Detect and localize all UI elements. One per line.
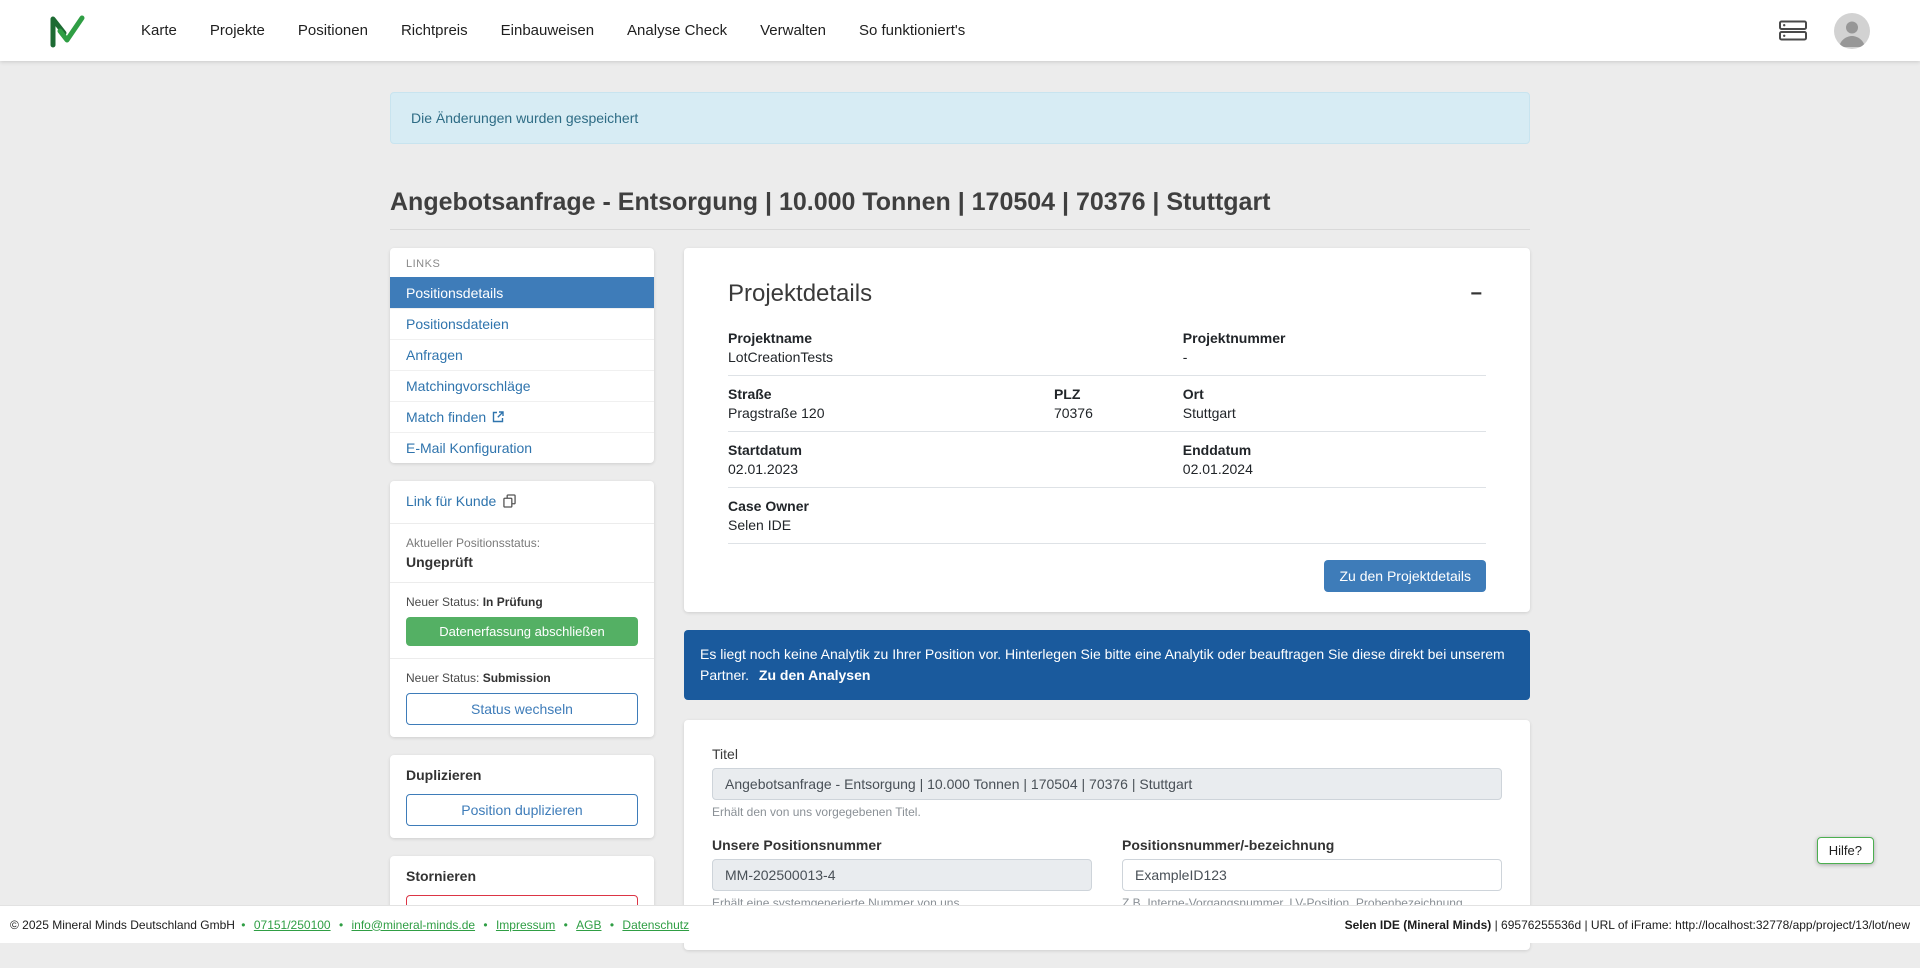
position-number-label: Positionsnummer/-bezeichnung <box>1122 837 1502 853</box>
footer-left: © 2025 Mineral Minds Deutschland GmbH • … <box>10 918 691 932</box>
sidebar: LINKS Positionsdetails Positionsdateien … <box>390 248 654 957</box>
switch-status-button[interactable]: Status wechseln <box>406 693 638 725</box>
sidebar-item-match-finden[interactable]: Match finden <box>390 401 654 432</box>
new-status-1: Neuer Status: In Prüfung <box>406 595 638 609</box>
table-row: Projektname LotCreationTests Projektnumm… <box>728 320 1486 376</box>
position-number-group: Positionsnummer/-bezeichnung Z.B. Intern… <box>1122 837 1502 910</box>
sidebar-item-label: E-Mail Konfiguration <box>406 440 532 456</box>
field-projektname: Projektname LotCreationTests <box>728 330 1183 365</box>
field-projektnummer: Projektnummer - <box>1183 330 1486 365</box>
sidebar-item-matchingvorschlaege[interactable]: Matchingvorschläge <box>390 370 654 401</box>
footer-link-agb[interactable]: AGB <box>576 918 601 932</box>
sidebar-item-label: Matchingvorschläge <box>406 378 531 394</box>
collapse-icon[interactable]: − <box>1466 280 1486 308</box>
nav-item-einbauweisen[interactable]: Einbauweisen <box>501 22 594 39</box>
duplicate-title: Duplizieren <box>406 767 638 783</box>
footer-link-impressum[interactable]: Impressum <box>496 918 555 932</box>
footer-user-info: Selen IDE (Mineral Minds) | 69576255536d… <box>1345 918 1910 932</box>
our-position-number-group: Unsere Positionsnummer Erhält eine syste… <box>712 837 1092 910</box>
field-plz: PLZ 70376 <box>1054 386 1183 421</box>
field-startdatum: Startdatum 02.01.2023 <box>728 442 1183 477</box>
sidebar-item-positionsdetails[interactable]: Positionsdetails <box>390 277 654 308</box>
field-strasse: Straße Pragstraße 120 <box>728 386 1054 421</box>
field-ort: Ort Stuttgart <box>1183 386 1486 421</box>
footer-link-datenschutz[interactable]: Datenschutz <box>622 918 689 932</box>
logo[interactable] <box>49 14 86 48</box>
nav-item-positionen[interactable]: Positionen <box>298 22 368 39</box>
nav-item-verwalten[interactable]: Verwalten <box>760 22 826 39</box>
nav-item-karte[interactable]: Karte <box>141 22 177 39</box>
copy-icon <box>503 494 516 508</box>
our-position-number-field <box>712 859 1092 891</box>
dot-separator: • <box>610 918 614 932</box>
new-status-2: Neuer Status: Submission <box>406 671 638 685</box>
table-row: Case Owner Selen IDE <box>728 488 1486 544</box>
help-button[interactable]: Hilfe? <box>1817 837 1874 864</box>
links-header: LINKS <box>390 248 654 277</box>
title-field-help: Erhält den von uns vorgegebenen Titel. <box>712 805 1502 819</box>
sidebar-item-positionsdateien[interactable]: Positionsdateien <box>390 308 654 339</box>
sidebar-item-label: Match finden <box>406 409 486 425</box>
page-title: Angebotsanfrage - Entsorgung | 10.000 To… <box>390 188 1530 217</box>
sidebar-item-anfragen[interactable]: Anfragen <box>390 339 654 370</box>
footer: © 2025 Mineral Minds Deutschland GmbH • … <box>0 905 1920 943</box>
current-status-value: Ungeprüft <box>406 554 638 570</box>
footer-link-email[interactable]: info@mineral-minds.de <box>351 918 475 932</box>
brand-m-check-icon <box>49 14 86 48</box>
position-number-field[interactable] <box>1122 859 1502 891</box>
nav-item-projekte[interactable]: Projekte <box>210 22 265 39</box>
cancel-title: Stornieren <box>406 868 638 884</box>
sidebar-item-label: Positionsdetails <box>406 285 503 301</box>
footer-link-phone[interactable]: 07151/250100 <box>254 918 331 932</box>
sidebar-item-label: Positionsdateien <box>406 316 509 332</box>
title-divider <box>390 229 1530 230</box>
external-link-icon <box>492 411 504 423</box>
dot-separator: • <box>339 918 343 932</box>
dot-separator: • <box>483 918 487 932</box>
project-details-table: Projektname LotCreationTests Projektnumm… <box>728 320 1486 544</box>
our-position-number-label: Unsere Positionsnummer <box>712 837 1092 853</box>
project-details-title: Projektdetails <box>728 280 872 308</box>
complete-data-entry-button[interactable]: Datenerfassung abschließen <box>406 617 638 646</box>
user-avatar[interactable] <box>1834 13 1870 49</box>
links-card: LINKS Positionsdetails Positionsdateien … <box>390 248 654 463</box>
nav-item-analyse-check[interactable]: Analyse Check <box>627 22 727 39</box>
title-field-label: Titel <box>712 746 1502 762</box>
go-to-project-details-button[interactable]: Zu den Projektdetails <box>1324 560 1486 592</box>
project-details-card: Projektdetails − Projektname LotCreation… <box>684 248 1530 612</box>
title-field <box>712 768 1502 800</box>
customer-link[interactable]: Link für Kunde <box>406 493 516 509</box>
analytics-banner: Es liegt noch keine Analytik zu Ihrer Po… <box>684 630 1530 700</box>
sidebar-item-label: Anfragen <box>406 347 463 363</box>
go-to-analyses-link[interactable]: Zu den Analysen <box>759 667 871 683</box>
nav-item-so-funktionierts[interactable]: So funktioniert's <box>859 22 965 39</box>
dot-separator: • <box>564 918 568 932</box>
field-enddatum: Enddatum 02.01.2024 <box>1183 442 1486 477</box>
customer-link-label: Link für Kunde <box>406 493 496 509</box>
table-row: Startdatum 02.01.2023 Enddatum 02.01.202… <box>728 432 1486 488</box>
field-case-owner: Case Owner Selen IDE <box>728 498 1486 533</box>
status-card: Link für Kunde Aktueller Positionsstatus… <box>390 481 654 737</box>
server-icon[interactable] <box>1778 18 1808 43</box>
duplicate-card: Duplizieren Position duplizieren <box>390 755 654 838</box>
navbar-right <box>1778 13 1870 49</box>
current-status-label: Aktueller Positionsstatus: <box>406 536 638 550</box>
copyright: © 2025 Mineral Minds Deutschland GmbH <box>10 918 235 932</box>
table-row: Straße Pragstraße 120 PLZ 70376 Ort Stut… <box>728 376 1486 432</box>
duplicate-position-button[interactable]: Position duplizieren <box>406 794 638 826</box>
save-alert: Die Änderungen wurden gespeichert <box>390 92 1530 144</box>
navbar: Karte Projekte Positionen Richtpreis Ein… <box>0 0 1920 61</box>
main-content: Projektdetails − Projektname LotCreation… <box>684 248 1530 968</box>
sidebar-item-email-konfiguration[interactable]: E-Mail Konfiguration <box>390 432 654 463</box>
nav-item-richtpreis[interactable]: Richtpreis <box>401 22 468 39</box>
nav-links: Karte Projekte Positionen Richtpreis Ein… <box>141 22 965 39</box>
dot-separator: • <box>241 918 245 932</box>
